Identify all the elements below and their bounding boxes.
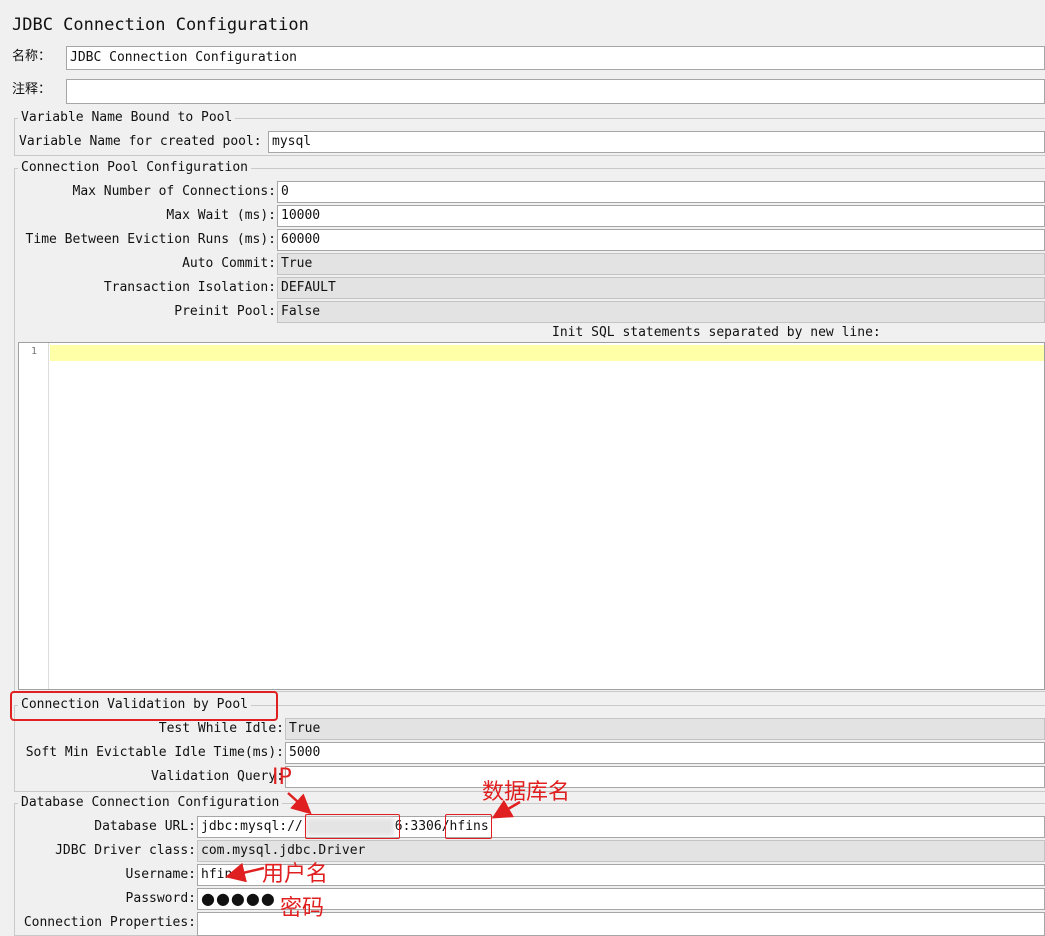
- username-arrow: [225, 862, 265, 883]
- db-name-arrow: [491, 799, 521, 819]
- annotation-arrows: [225, 792, 521, 883]
- ip-arrow: [287, 792, 312, 815]
